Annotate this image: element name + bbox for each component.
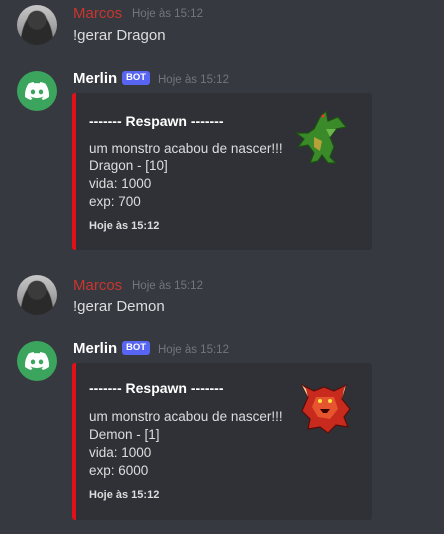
message-merlin-2: Merlin BOT Hoje às 15:12 ------- Respawn…	[0, 332, 444, 532]
timestamp: Hoje às 15:12	[132, 280, 203, 292]
username[interactable]: Marcos	[73, 5, 122, 22]
message-text: !gerar Demon	[73, 298, 165, 315]
embed: ------- Respawn ------- um monstro acabo…	[72, 93, 372, 250]
embed-line: exp: 6000	[89, 463, 149, 478]
embed-footer: Hoje às 15:12	[89, 220, 160, 232]
bot-avatar[interactable]	[17, 71, 57, 111]
user-avatar[interactable]	[17, 5, 57, 45]
message-marcos-2: Marcos Hoje às 15:12 !gerar Demon	[0, 270, 444, 330]
timestamp: Hoje às 15:12	[158, 344, 229, 356]
embed-line: exp: 700	[89, 194, 141, 209]
embed-title: ------- Respawn -------	[89, 113, 224, 129]
timestamp: Hoje às 15:12	[132, 8, 203, 20]
username[interactable]: Marcos	[73, 277, 122, 294]
bot-tag: BOT	[122, 71, 151, 85]
bot-avatar[interactable]	[17, 341, 57, 381]
embed-line: vida: 1000	[89, 176, 152, 191]
message-marcos-1: Marcos Hoje às 15:12 !gerar Dragon	[0, 0, 444, 60]
discord-logo-icon	[25, 352, 49, 370]
embed-footer: Hoje às 15:12	[89, 489, 160, 501]
username[interactable]: Merlin	[73, 340, 117, 357]
embed-line: um monstro acabou de nascer!!!	[89, 141, 283, 156]
message-merlin-1: Merlin BOT Hoje às 15:12 ------- Respawn…	[0, 62, 444, 262]
demon-sprite-icon[interactable]	[294, 375, 356, 437]
embed-line: um monstro acabou de nascer!!!	[89, 409, 283, 424]
username[interactable]: Merlin	[73, 70, 117, 87]
bot-tag: BOT	[122, 341, 151, 355]
message-text: !gerar Dragon	[73, 27, 166, 44]
embed-line: Demon - [1]	[89, 427, 160, 442]
embed-title: ------- Respawn -------	[89, 380, 224, 396]
embed-line: vida: 1000	[89, 445, 152, 460]
discord-logo-icon	[25, 82, 49, 100]
dragon-sprite-icon[interactable]	[290, 107, 352, 169]
embed-line: Dragon - [10]	[89, 158, 168, 173]
user-avatar[interactable]	[17, 275, 57, 315]
timestamp: Hoje às 15:12	[158, 74, 229, 86]
embed: ------- Respawn ------- um monstro acabo…	[72, 363, 372, 520]
